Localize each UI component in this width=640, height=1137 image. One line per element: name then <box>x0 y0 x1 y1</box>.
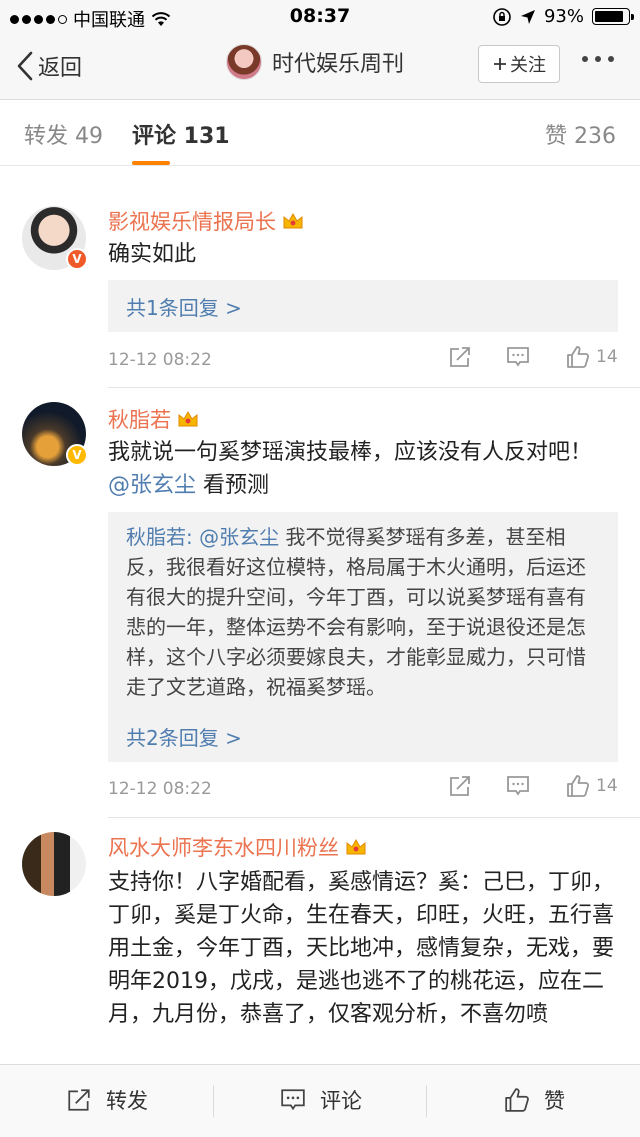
more-icon[interactable] <box>582 56 614 62</box>
comment-item: V 秋脂若 我就说一句奚梦瑶演技最棒，应该没有人反对吧！ @张玄尘 看预测 秋脂… <box>0 388 640 818</box>
status-right: 93% <box>492 6 634 27</box>
tab-comments[interactable]: 评论 131 <box>132 118 230 150</box>
tab-likes[interactable]: 赞 236 <box>545 118 616 150</box>
repost-button[interactable]: 转发 <box>66 1085 148 1115</box>
reply-box[interactable]: 秋脂若: @张玄尘 我不觉得奚梦瑶有多差，甚至相反，我很看好这位模特，格局属于木… <box>108 512 618 762</box>
comment-username[interactable]: 影视娱乐情报局长 <box>108 206 304 236</box>
crown-icon <box>346 838 366 855</box>
nav-bar: 返回 时代娱乐周刊 关注 <box>0 34 640 100</box>
battery-percent: 93% <box>543 6 584 27</box>
divider <box>426 1085 427 1117</box>
tab-bar: 转发 49 评论 131 赞 236 <box>0 100 640 166</box>
like-button[interactable]: 14 <box>566 774 618 798</box>
reply-text: 秋脂若: @张玄尘 我不觉得奚梦瑶有多差，甚至相反，我很看好这位模特，格局属于木… <box>126 525 586 699</box>
crown-icon <box>283 212 303 229</box>
comment-meta: 12-12 08:22 14 <box>108 774 620 804</box>
battery-icon <box>592 8 634 25</box>
mention-link[interactable]: @张玄尘 <box>193 525 279 549</box>
comment-icon <box>507 776 529 796</box>
comment-label: 评论 <box>320 1089 362 1113</box>
rotation-lock-icon <box>493 7 511 26</box>
page-title: 时代娱乐周刊 <box>272 52 405 77</box>
tab-repost[interactable]: 转发 49 <box>24 118 103 150</box>
follow-button[interactable]: 关注 <box>478 45 560 83</box>
share-icon <box>450 347 470 367</box>
thumbs-up-icon <box>567 775 590 797</box>
comment-item: 风水大师李东水四川粉丝 支持你！八字婚配看，奚感情运？奚：己巳，丁卯，丁卯，奚是… <box>0 818 640 1064</box>
like-label: 赞 <box>544 1089 565 1113</box>
bottom-action-bar: 转发 评论 赞 <box>0 1064 640 1137</box>
like-button[interactable]: 赞 <box>504 1085 565 1115</box>
reply-count-link[interactable]: 共2条回复 > <box>126 722 242 751</box>
location-icon <box>520 9 535 24</box>
reply-box[interactable]: 共1条回复 > <box>108 280 618 332</box>
reply-button[interactable] <box>506 774 530 798</box>
comment-meta: 12-12 08:22 14 <box>108 345 620 375</box>
crown-icon <box>178 410 198 427</box>
like-count: 14 <box>596 776 618 796</box>
share-button[interactable] <box>448 345 472 369</box>
verified-badge-icon: V <box>66 248 88 270</box>
share-button[interactable] <box>448 774 472 798</box>
repost-label: 转发 <box>106 1089 148 1113</box>
reply-author[interactable]: 秋脂若: <box>126 525 193 549</box>
comment-button[interactable]: 评论 <box>280 1085 362 1115</box>
plus-icon <box>494 58 506 70</box>
reply-button[interactable] <box>506 345 530 369</box>
comment-username[interactable]: 风水大师李东水四川粉丝 <box>108 832 367 862</box>
comment-time: 12-12 08:22 <box>108 779 212 799</box>
nav-account[interactable]: 时代娱乐周刊 <box>226 44 404 80</box>
comment-text: 确实如此 <box>108 242 197 267</box>
thumbs-up-icon <box>505 1088 529 1112</box>
follow-label: 关注 <box>510 55 546 76</box>
like-button[interactable]: 14 <box>566 345 618 369</box>
share-icon <box>450 776 470 796</box>
comment-item: V 影视娱乐情报局长 确实如此 共1条回复 > 12-12 08:22 14 <box>0 190 640 390</box>
thumbs-up-icon <box>567 346 590 368</box>
comment-time: 12-12 08:22 <box>108 350 212 370</box>
back-button[interactable]: 返回 <box>16 50 82 82</box>
like-count: 14 <box>596 347 618 367</box>
tab-active-indicator <box>132 161 170 165</box>
account-avatar <box>226 44 262 80</box>
status-bar: 中国联通 08:37 93% <box>0 0 640 34</box>
verified-badge-icon: V <box>66 444 88 466</box>
divider <box>213 1085 214 1117</box>
avatar[interactable] <box>22 832 86 896</box>
back-label: 返回 <box>38 56 83 81</box>
comment-icon <box>507 347 529 367</box>
share-icon <box>68 1089 90 1111</box>
mention-link[interactable]: @张玄尘 <box>108 473 196 498</box>
chevron-left-icon <box>17 51 33 81</box>
comment-text: 我就说一句奚梦瑶演技最棒，应该没有人反对吧！ @张玄尘 看预测 <box>108 440 593 498</box>
reply-count-link[interactable]: 共1条回复 > <box>126 292 242 321</box>
comment-icon <box>281 1089 305 1111</box>
comment-username[interactable]: 秋脂若 <box>108 404 199 434</box>
comment-text: 支持你！八字婚配看，奚感情运？奚：己巳，丁卯，丁卯，奚是丁火命，生在春天，印旺，… <box>108 870 615 1027</box>
